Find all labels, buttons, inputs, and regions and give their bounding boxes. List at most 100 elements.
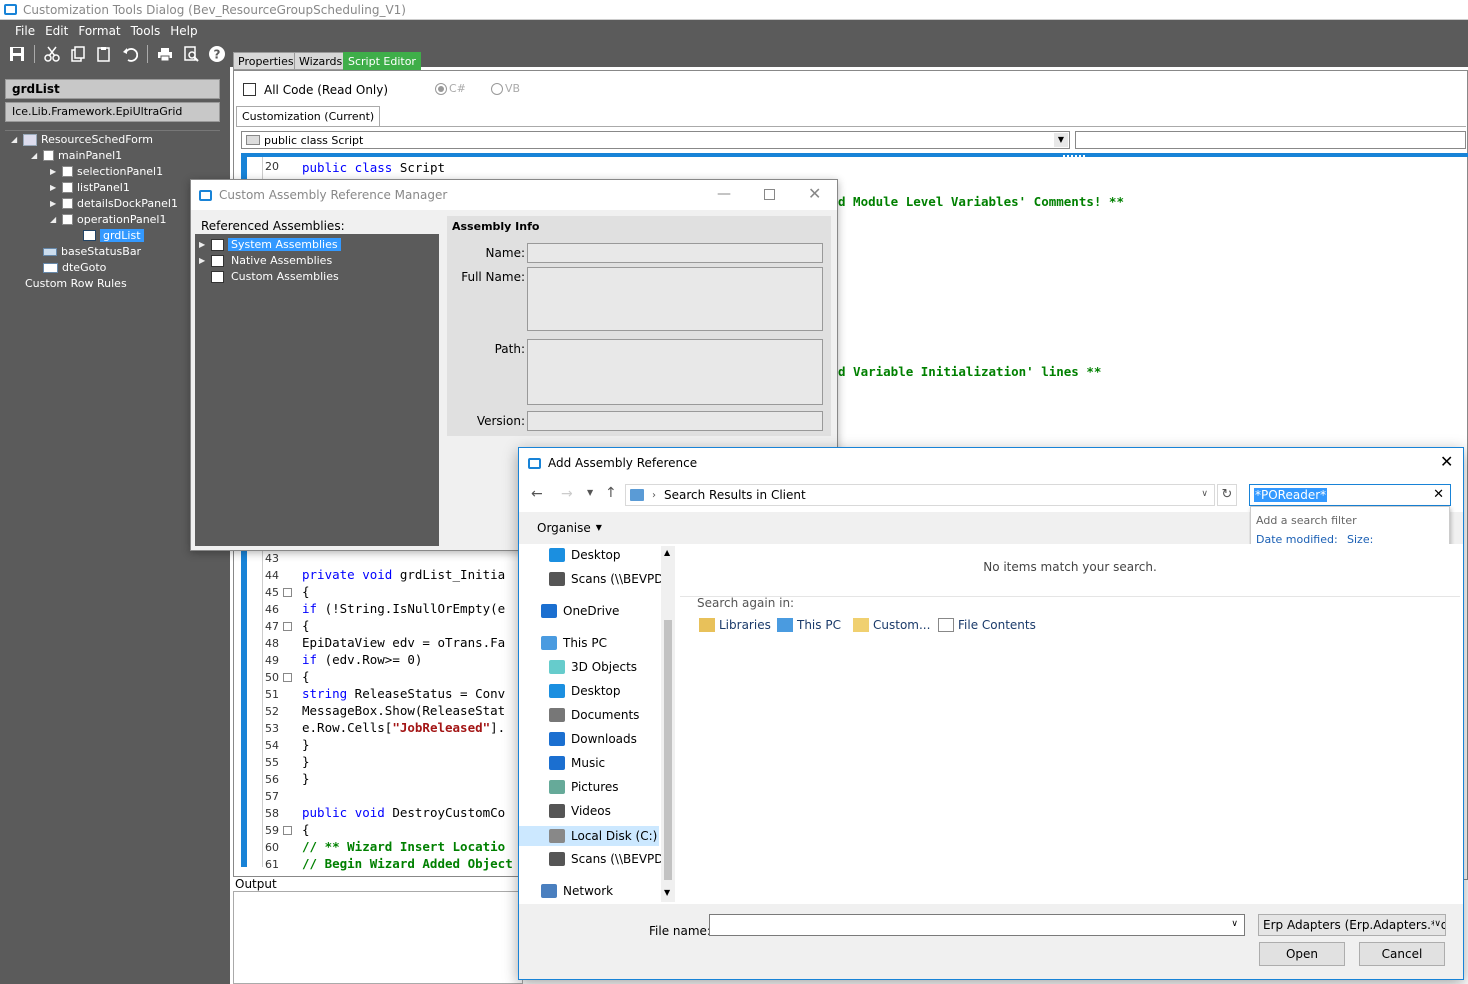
save-icon[interactable]	[6, 43, 28, 65]
menu-format[interactable]: Format	[73, 24, 125, 38]
nav-item-videos[interactable]: Videos	[549, 804, 611, 818]
tree-node-mainpanel[interactable]: ◢ mainPanel1	[31, 149, 122, 162]
path-label: Path:	[494, 342, 525, 356]
organise-button[interactable]: Organise ▼	[537, 521, 602, 535]
splitter-grip[interactable]	[1063, 155, 1085, 159]
menu-file[interactable]: File	[10, 24, 40, 38]
csharp-radio[interactable]	[435, 83, 447, 95]
nav-item-documents[interactable]: Documents	[549, 708, 639, 722]
tab-script-editor[interactable]: Script Editor	[343, 52, 421, 70]
paste-icon[interactable]	[93, 43, 115, 65]
tree-node-detailsdockpanel[interactable]: ▶ detailsDockPanel1	[50, 197, 178, 210]
nav-item-scans-bevpdc[interactable]: Scans (\\BEVPDC	[549, 852, 672, 866]
up-arrow-icon[interactable]: ↑	[605, 485, 617, 501]
aar-title: Add Assembly Reference	[548, 456, 698, 470]
fold-toggle-icon[interactable]	[283, 826, 292, 835]
nav-item-scans-bevpdc[interactable]: Scans (\\BEVPDC	[549, 572, 672, 586]
tree-item-system-assemblies[interactable]: ▶ System Assemblies	[199, 238, 341, 251]
nav-item-pictures[interactable]: Pictures	[549, 780, 619, 794]
print-preview-icon[interactable]	[180, 43, 202, 65]
collapse-arrow-icon[interactable]: ◢	[50, 215, 58, 224]
help-icon[interactable]: ?	[206, 43, 228, 65]
search-file-contents[interactable]: File Contents	[938, 618, 1036, 632]
tree-node-dtegoto[interactable]: dteGoto	[43, 261, 106, 274]
maximize-icon[interactable]	[764, 189, 775, 200]
file-type-select[interactable]: Erp Adapters (Erp.Adapters.*.dll ∨	[1258, 914, 1446, 936]
vb-label: VB	[505, 82, 521, 95]
refresh-icon[interactable]: ↻	[1217, 484, 1237, 506]
expand-arrow-icon[interactable]: ▶	[50, 183, 58, 192]
class-dropdown[interactable]: public class Script ▼	[241, 131, 1070, 149]
nav-item-local-disk-c[interactable]: Local Disk (C:)	[519, 826, 659, 846]
chevron-down-icon[interactable]: ▼	[1054, 133, 1068, 147]
copy-icon[interactable]	[67, 43, 89, 65]
close-icon[interactable]: ✕	[808, 184, 821, 203]
menu-tools[interactable]: Tools	[126, 24, 166, 38]
tree-node-grdlist[interactable]: grdList	[83, 229, 144, 242]
search-input[interactable]: *POReader* ✕	[1249, 484, 1451, 506]
tree-node-selectionpanel[interactable]: ▶ selectionPanel1	[50, 165, 163, 178]
expand-arrow-icon[interactable]: ▶	[50, 199, 58, 208]
print-icon[interactable]	[154, 43, 176, 65]
scroll-up-icon[interactable]: ▲	[664, 548, 670, 557]
tree-node-form[interactable]: ◢ ResourceSchedForm	[11, 133, 153, 146]
code-line: if (!String.IsNullOrEmpty(e	[302, 601, 506, 616]
nav-scrollbar[interactable]: ▲ ▼	[661, 546, 675, 902]
tree-node-custom-row-rules[interactable]: Custom Row Rules	[25, 277, 127, 290]
tab-properties[interactable]: Properties	[233, 52, 299, 70]
chevron-down-icon[interactable]: ∨	[1434, 919, 1441, 929]
collapse-arrow-icon[interactable]: ◢	[31, 151, 39, 160]
address-bar[interactable]: › Search Results in Client ∨	[625, 484, 1215, 506]
collapse-arrow-icon[interactable]: ◢	[11, 135, 19, 144]
all-code-checkbox[interactable]	[243, 83, 256, 96]
menu-help[interactable]: Help	[165, 24, 202, 38]
tree-node-operationpanel[interactable]: ◢ operationPanel1	[50, 213, 167, 226]
tree-node-listpanel[interactable]: ▶ listPanel1	[50, 181, 130, 194]
nav-item-music[interactable]: Music	[549, 756, 605, 770]
minimize-icon[interactable]: —	[717, 186, 731, 202]
search-custom[interactable]: Custom...	[853, 618, 930, 632]
expand-arrow-icon[interactable]: ▶	[199, 256, 207, 265]
fold-toggle-icon[interactable]	[283, 588, 292, 597]
nav-item-this-pc[interactable]: This PC	[541, 636, 607, 650]
fold-toggle-icon[interactable]	[283, 673, 292, 682]
cancel-button[interactable]: Cancel	[1359, 942, 1445, 966]
scroll-thumb[interactable]	[664, 620, 672, 880]
nav-item-desktop[interactable]: Desktop	[549, 548, 621, 562]
file-name-input[interactable]: ∨	[709, 914, 1245, 936]
search-libraries[interactable]: Libraries	[699, 618, 771, 632]
open-button[interactable]: Open	[1259, 942, 1345, 966]
back-arrow-icon[interactable]: ←	[531, 486, 543, 502]
nav-item-onedrive[interactable]: OneDrive	[541, 604, 619, 618]
nav-item-3d-objects[interactable]: 3D Objects	[549, 660, 637, 674]
tree-item-label: System Assemblies	[228, 238, 341, 251]
close-icon[interactable]: ✕	[1440, 452, 1453, 471]
menu-edit[interactable]: Edit	[40, 24, 73, 38]
name-label: Name:	[485, 246, 525, 260]
undo-icon[interactable]	[119, 43, 141, 65]
nav-item-desktop[interactable]: Desktop	[549, 684, 621, 698]
expand-arrow-icon[interactable]: ▶	[199, 240, 207, 249]
chevron-down-icon[interactable]: ∨	[1231, 919, 1238, 929]
forward-arrow-icon[interactable]: →	[561, 486, 573, 502]
nav-item-network[interactable]: Network	[541, 884, 613, 898]
search-this-pc[interactable]: This PC	[777, 618, 841, 632]
clear-search-icon[interactable]: ✕	[1433, 487, 1444, 502]
onedrive-icon	[541, 604, 557, 618]
scroll-down-icon[interactable]: ▼	[664, 888, 670, 897]
fold-toggle-icon[interactable]	[283, 622, 292, 631]
tree-item-native-assemblies[interactable]: ▶ Native Assemblies	[199, 254, 335, 267]
tab-customization-current[interactable]: Customization (Current)	[236, 106, 381, 126]
chevron-down-icon[interactable]: ∨	[1201, 489, 1208, 499]
expand-arrow-icon[interactable]: ▶	[50, 167, 58, 176]
vb-radio[interactable]	[491, 83, 503, 95]
recent-chevron-icon[interactable]: ▼	[587, 488, 593, 497]
nav-item-label: Local Disk (C:)	[571, 829, 658, 843]
tree-item-custom-assemblies[interactable]: Custom Assemblies	[211, 270, 342, 283]
code-line: EpiDataView edv = oTrans.Fa	[302, 635, 506, 650]
cut-icon[interactable]	[41, 43, 63, 65]
tab-wizards[interactable]: Wizards	[294, 52, 348, 70]
member-dropdown[interactable]	[1075, 131, 1466, 149]
tree-node-statusbar[interactable]: baseStatusBar	[43, 245, 141, 258]
nav-item-downloads[interactable]: Downloads	[549, 732, 637, 746]
